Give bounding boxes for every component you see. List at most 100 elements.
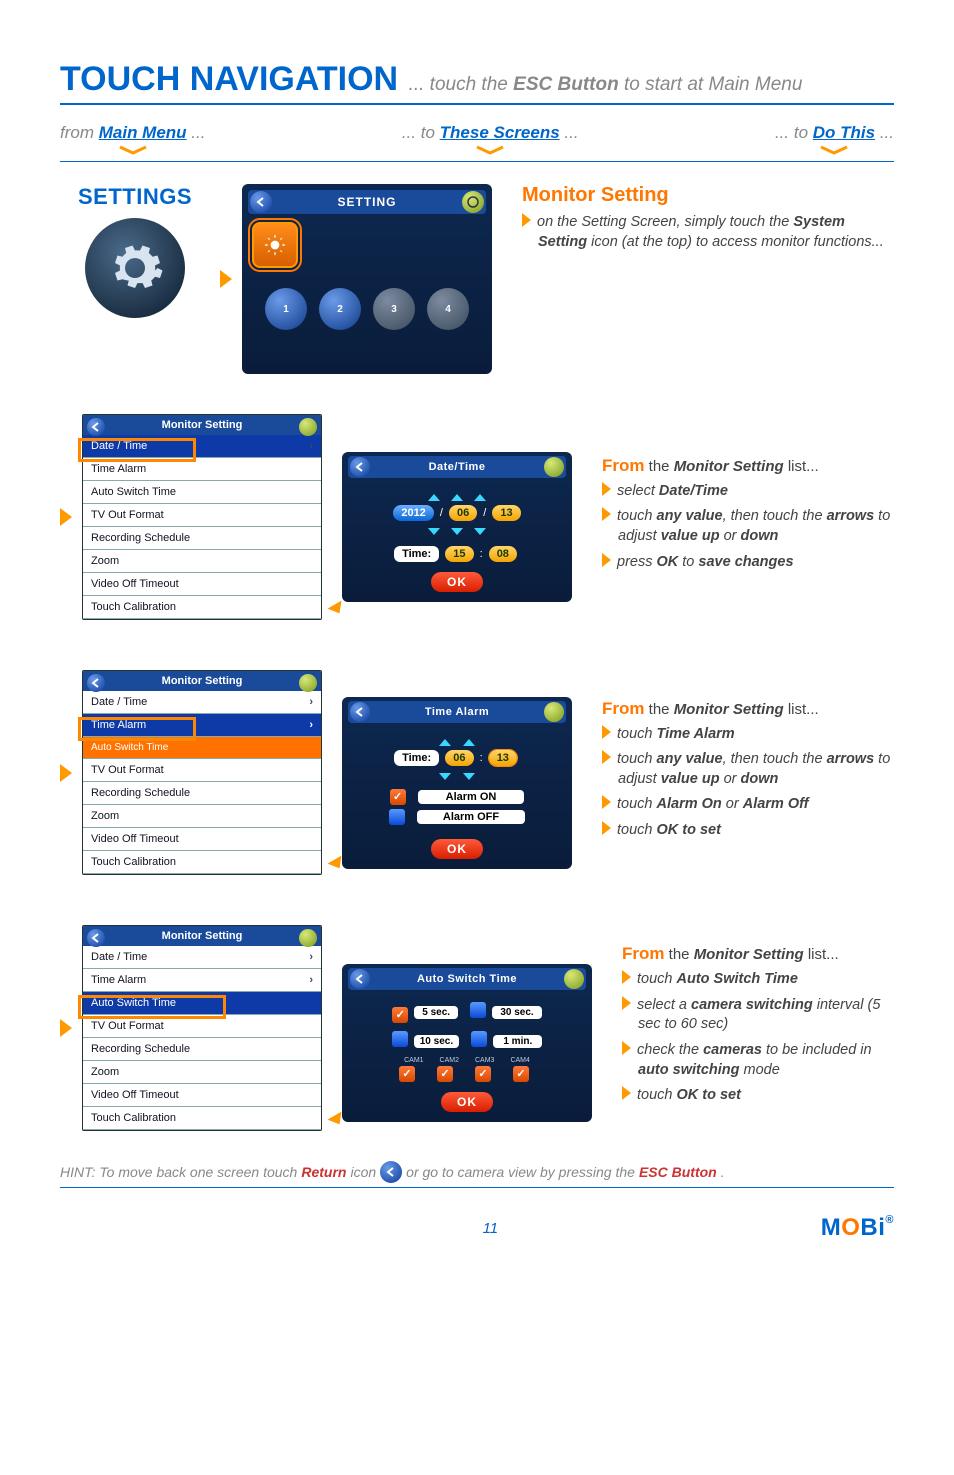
cam4-icon[interactable]: 4 (427, 288, 469, 330)
cam2-icon[interactable]: 2 (319, 288, 361, 330)
checkbox-icon[interactable]: ✓ (392, 1007, 408, 1023)
time-alarm-screen[interactable]: Time Alarm Time: 06 : 13 ✓Alarm ON Alarm… (342, 697, 572, 869)
info-icon[interactable] (299, 674, 317, 692)
list-item[interactable]: Zoom (83, 1061, 321, 1084)
list-item[interactable]: Zoom (83, 550, 321, 573)
list-item[interactable]: Time Alarm› (83, 969, 321, 992)
t: touch (617, 796, 657, 812)
back-icon[interactable] (350, 969, 370, 989)
date-time-screen[interactable]: Date/Time 2012 / 06 / 13 Time: 15 : 08 O… (342, 452, 572, 602)
list-item[interactable]: Recording Schedule (83, 527, 321, 550)
info-icon[interactable] (544, 457, 564, 477)
checkbox-icon[interactable] (471, 1031, 487, 1047)
list-item[interactable]: Zoom (83, 805, 321, 828)
t: Alarm On (657, 796, 722, 812)
system-setting-button[interactable] (252, 222, 298, 268)
alarm-on-row[interactable]: ✓Alarm ON (348, 789, 566, 805)
monitor-setting-heading: Monitor Setting (522, 184, 894, 207)
setting-screen[interactable]: SETTING 1 2 3 4 (242, 184, 492, 374)
arrow-down-icon[interactable] (439, 773, 451, 780)
arrow-up-icon[interactable] (428, 494, 440, 501)
bullet-icon (602, 821, 611, 835)
interval-10sec[interactable]: 10 sec. (414, 1035, 459, 1048)
from-f: From (622, 944, 665, 963)
cam3-checkbox[interactable]: ✓ (475, 1066, 491, 1082)
info-icon[interactable] (462, 191, 484, 213)
t: camera switching (691, 997, 813, 1013)
list-item[interactable]: Recording Schedule (83, 782, 321, 805)
minute-value[interactable]: 08 (489, 546, 517, 562)
checkbox-icon[interactable] (470, 1002, 486, 1018)
arrow-down-icon[interactable] (474, 528, 486, 535)
arrow-down-icon[interactable] (451, 528, 463, 535)
interval-5sec[interactable]: 5 sec. (414, 1006, 458, 1019)
ok-button[interactable]: OK (441, 1092, 493, 1112)
day-value[interactable]: 13 (492, 505, 520, 521)
list-title: Monitor Setting (162, 675, 243, 687)
settings-gear-icon[interactable] (85, 218, 185, 318)
hint-return: Return (301, 1164, 346, 1180)
list-item[interactable]: Date / Time› (83, 946, 321, 969)
list-item[interactable]: Video Off Timeout (83, 828, 321, 851)
interval-30sec[interactable]: 30 sec. (492, 1006, 541, 1019)
back-icon[interactable] (87, 418, 105, 436)
checkbox-icon[interactable]: ✓ (390, 789, 406, 805)
cam3-icon[interactable]: 3 (373, 288, 415, 330)
arrow-up-icon[interactable] (463, 739, 475, 746)
list-item[interactable]: Auto Switch Time (83, 481, 321, 504)
alarm-minute[interactable]: 13 (489, 750, 517, 766)
auto-switch-screen[interactable]: Auto Switch Time ✓ 5 sec. 30 sec. 10 sec.… (342, 964, 592, 1122)
back-icon[interactable] (87, 929, 105, 947)
arrow-up-icon[interactable] (439, 739, 451, 746)
back-icon[interactable] (87, 674, 105, 692)
list-item[interactable]: Recording Schedule (83, 1038, 321, 1061)
t: , then touch the (723, 751, 827, 767)
month-value[interactable]: 06 (449, 505, 477, 521)
info-icon[interactable] (544, 702, 564, 722)
list-item[interactable]: Video Off Timeout (83, 573, 321, 596)
interval-1min[interactable]: 1 min. (493, 1035, 542, 1048)
monitor-setting-list[interactable]: Monitor Setting Date / Time› Time Alarm›… (82, 670, 322, 875)
nav-from-em: Main Menu (99, 123, 187, 142)
list-item[interactable]: Touch Calibration (83, 851, 321, 874)
list-item[interactable]: TV Out Format (83, 504, 321, 527)
from-line: From the Monitor Setting list... (622, 944, 894, 964)
ok-button[interactable]: OK (431, 572, 483, 592)
camera-icons-row: 1 2 3 4 (248, 288, 486, 330)
year-value[interactable]: 2012 (393, 505, 433, 521)
info-icon[interactable] (564, 969, 584, 989)
t: , then touch the (723, 508, 827, 524)
info-icon[interactable] (299, 418, 317, 436)
ok-button[interactable]: OK (431, 839, 483, 859)
monitor-setting-list[interactable]: Monitor Setting Date / Time› Time Alarm›… (82, 925, 322, 1131)
alarm-hour[interactable]: 06 (445, 750, 473, 766)
cam4-checkbox[interactable]: ✓ (513, 1066, 529, 1082)
back-icon[interactable] (250, 191, 272, 213)
list-item[interactable]: Video Off Timeout (83, 1084, 321, 1107)
info-icon[interactable] (299, 929, 317, 947)
arrow-down-icon[interactable] (428, 528, 440, 535)
arrow-down-icon[interactable] (463, 773, 475, 780)
arrow-right-icon (60, 508, 72, 526)
checkbox-icon[interactable] (389, 809, 405, 825)
list-item[interactable]: Touch Calibration (83, 1107, 321, 1130)
hour-valueښganzen[interactable]: 15 (445, 546, 473, 562)
step: check the cameras to be included in auto… (622, 1041, 894, 1080)
step: touch any value, then touch the arrows t… (602, 750, 894, 789)
arrow-up-icon[interactable] (474, 494, 486, 501)
alarm-off-row[interactable]: Alarm OFF (348, 809, 566, 825)
list-item[interactable]: TV Out Format (83, 759, 321, 782)
back-icon[interactable] (350, 702, 370, 722)
list-item[interactable]: Date / Time› (83, 691, 321, 714)
list-item[interactable]: Touch Calibration (83, 596, 321, 619)
checkbox-icon[interactable] (392, 1031, 408, 1047)
back-icon[interactable] (350, 457, 370, 477)
time-label: Time: (394, 750, 439, 766)
cam-label: CAM4 (510, 1057, 529, 1064)
auto-switch-title: Auto Switch Time (417, 973, 517, 985)
step: select a camera switching interval (5 se… (622, 996, 894, 1035)
cam1-checkbox[interactable]: ✓ (399, 1066, 415, 1082)
cam1-icon[interactable]: 1 (265, 288, 307, 330)
arrow-up-icon[interactable] (451, 494, 463, 501)
cam2-checkbox[interactable]: ✓ (437, 1066, 453, 1082)
